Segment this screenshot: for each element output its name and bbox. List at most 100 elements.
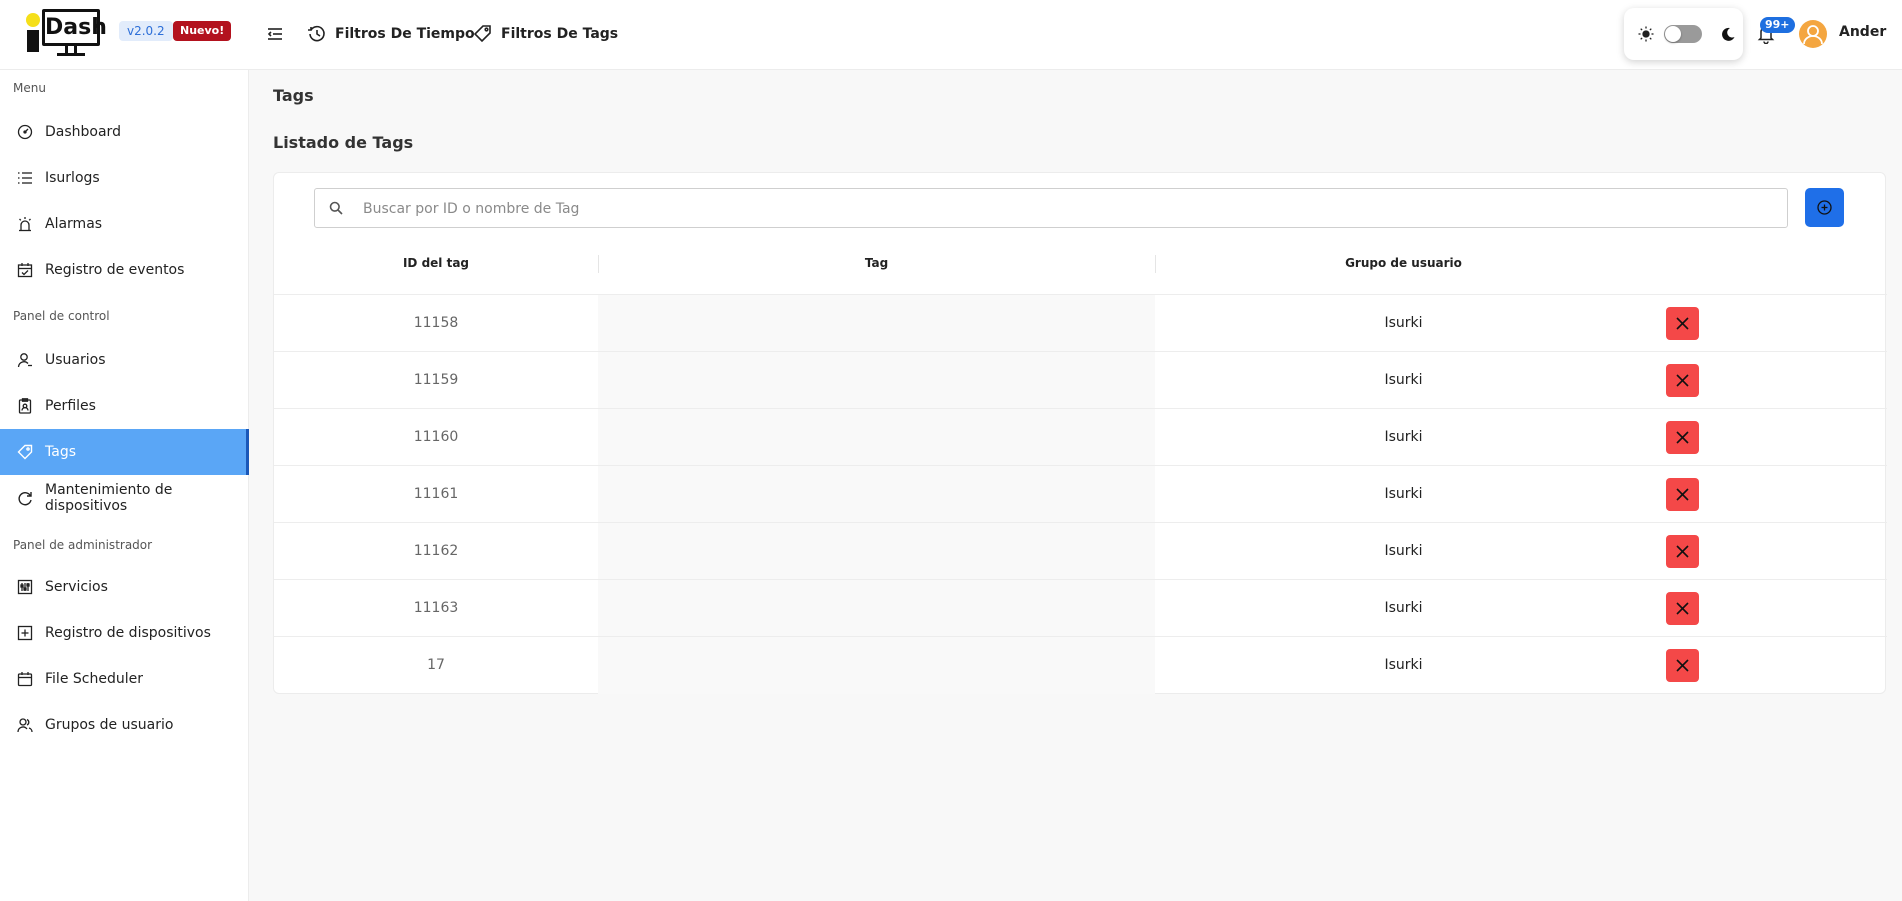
sidebar-item-label: File Scheduler (45, 671, 143, 687)
sidebar-item-label: Registro de dispositivos (45, 625, 211, 641)
sidebar-item-mantenimiento[interactable]: Mantenimiento de dispositivos (0, 475, 249, 521)
close-icon (1676, 545, 1689, 558)
close-icon (1676, 317, 1689, 330)
refresh-icon (18, 492, 32, 506)
delete-tag-button[interactable] (1666, 592, 1699, 625)
tags-card: ID del tag Tag Grupo de usuario 11158 Is… (273, 172, 1887, 694)
tag-id-cell: 11158 (413, 315, 459, 331)
sidebar-item-dashboard[interactable]: Dashboard (0, 109, 249, 155)
search-input[interactable] (363, 197, 1763, 221)
table-row: 11159 Isurki (274, 351, 1887, 409)
delete-tag-button[interactable] (1666, 478, 1699, 511)
tag-id-cell: 11160 (413, 429, 459, 445)
close-icon (1676, 488, 1689, 501)
sun-icon (1638, 26, 1654, 42)
time-filter-icon (308, 25, 325, 42)
user-name[interactable]: Ander (1839, 24, 1886, 40)
table-row: 11162 Isurki (274, 522, 1887, 580)
user-group-cell: Isurki (1384, 543, 1423, 559)
search-icon (329, 201, 343, 215)
sidebar-item-grupos-usuario[interactable]: Grupos de usuario (0, 702, 249, 748)
user-group-cell: Isurki (1384, 600, 1423, 616)
user-avatar[interactable] (1799, 20, 1827, 48)
column-header-tag[interactable]: Tag (598, 243, 1155, 283)
sidebar-item-label: Servicios (45, 579, 108, 595)
table-row: 11158 Isurki (274, 294, 1887, 352)
version-badge: v2.0.2 (119, 21, 173, 41)
delete-tag-button[interactable] (1666, 535, 1699, 568)
nav-time-filters[interactable]: Filtros De Tiempo (307, 20, 475, 48)
tag-name-cell (598, 637, 1155, 694)
sidebar-section-menu: Menu (13, 81, 46, 95)
column-header-id[interactable]: ID del tag (274, 243, 598, 283)
sidebar-item-perfiles[interactable]: Perfiles (0, 383, 249, 429)
add-box-icon (17, 625, 33, 641)
close-icon (1676, 431, 1689, 444)
profile-icon (18, 398, 32, 414)
user-group-icon (17, 718, 33, 733)
close-icon (1676, 659, 1689, 672)
user-group-cell: Isurki (1384, 372, 1423, 388)
delete-tag-button[interactable] (1666, 421, 1699, 454)
moon-icon (1722, 27, 1735, 41)
sidebar-section-admin-panel: Panel de administrador (13, 538, 153, 552)
sidebar-item-label: Grupos de usuario (45, 717, 174, 733)
sidebar-item-tags[interactable]: Tags (0, 429, 249, 475)
table-row: 11163 Isurki (274, 579, 1887, 637)
sidebar-item-label: Usuarios (45, 352, 106, 368)
table-row: 11160 Isurki (274, 408, 1887, 466)
sidebar-item-label: Registro de eventos (45, 262, 185, 278)
calendar-check-icon (17, 263, 33, 278)
tag-id-cell: 17 (427, 657, 445, 673)
close-icon (1676, 602, 1689, 615)
sidebar-item-label: Perfiles (45, 398, 96, 414)
nav-tag-filters[interactable]: Filtros De Tags (473, 20, 618, 48)
search-box (314, 188, 1788, 228)
tag-icon (473, 25, 491, 43)
app-logo[interactable]: Dash (22, 9, 107, 56)
sidebar-item-label: Tags (45, 444, 76, 460)
sidebar-item-label: Isurlogs (45, 170, 100, 186)
add-tag-button[interactable] (1805, 188, 1844, 227)
table-row: 17 Isurki (274, 636, 1887, 694)
notification-count-badge: 99+ (1760, 17, 1795, 33)
logo-text: Dash (42, 9, 107, 46)
sidebar-item-alarmas[interactable]: Alarmas (0, 201, 249, 247)
tag-name-cell (598, 580, 1155, 637)
sidebar-section-control-panel: Panel de control (13, 309, 110, 323)
alarm-icon (19, 217, 31, 232)
calendar-icon (17, 672, 33, 687)
theme-switcher (1624, 8, 1743, 60)
delete-tag-button[interactable] (1666, 364, 1699, 397)
close-icon (1676, 374, 1689, 387)
dashboard-icon (17, 124, 33, 140)
sidebar-item-registro-dispositivos[interactable]: Registro de dispositivos (0, 610, 249, 656)
sidebar-item-registro-eventos[interactable]: Registro de eventos (0, 247, 249, 293)
user-group-cell: Isurki (1384, 429, 1423, 445)
tag-name-cell (598, 352, 1155, 409)
user-group-cell: Isurki (1384, 657, 1423, 673)
menu-collapse-icon[interactable] (266, 25, 284, 43)
sidebar-item-label: Mantenimiento de dispositivos (45, 482, 173, 514)
list-title: Listado de Tags (273, 133, 414, 152)
tag-icon (17, 444, 33, 460)
tag-name-cell (598, 466, 1155, 523)
theme-toggle[interactable] (1664, 25, 1702, 43)
sidebar-item-servicios[interactable]: Servicios (0, 564, 249, 610)
column-header-group[interactable]: Grupo de usuario (1155, 243, 1652, 283)
new-badge: Nuevo! (173, 21, 232, 41)
tag-name-cell (598, 409, 1155, 466)
tag-id-cell: 11159 (413, 372, 459, 388)
page-title: Tags (273, 86, 314, 105)
delete-tag-button[interactable] (1666, 649, 1699, 682)
sidebar-item-usuarios[interactable]: Usuarios (0, 337, 249, 383)
sidebar-item-file-scheduler[interactable]: File Scheduler (0, 656, 249, 702)
tag-name-cell (598, 523, 1155, 580)
tag-id-cell: 11162 (413, 543, 459, 559)
user-icon (17, 353, 32, 368)
nav-tag-filters-label: Filtros De Tags (501, 26, 619, 42)
sidebar-item-isurlogs[interactable]: Isurlogs (0, 155, 249, 201)
tag-id-cell: 11163 (413, 600, 459, 616)
sidebar-item-label: Dashboard (45, 124, 121, 140)
delete-tag-button[interactable] (1666, 307, 1699, 340)
